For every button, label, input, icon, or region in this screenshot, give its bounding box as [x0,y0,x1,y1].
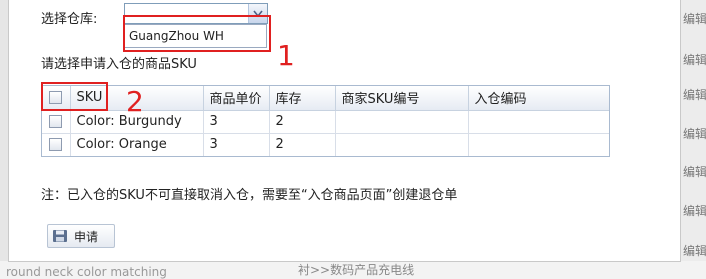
inbound-code-cell [468,133,609,156]
stock-cell: 2 [269,110,336,134]
column-header[interactable]: 入仓编码 [468,86,609,111]
apply-button-label: 申请 [74,229,99,244]
background-edit-link: 编辑 [683,244,706,258]
inbound-code-cell [468,110,609,134]
background-edit-link: 编辑 [683,127,706,141]
annotation-highlight-box [123,15,271,52]
annotation-number: 2 [126,85,144,118]
price-cell: 3 [203,133,270,156]
annotation-number: 1 [277,39,295,72]
sku-prompt: 请选择申请入仓的商品SKU [41,57,197,72]
column-header[interactable]: 商家SKU编号 [335,86,469,111]
background-category-path: 衬>>数码产品充电线 [298,263,415,277]
column-header[interactable]: 商品单价 [203,86,270,111]
row-select-cell [42,133,71,156]
floppy-disk-icon [52,229,68,243]
background-edit-link: 编辑 [683,204,706,218]
column-header[interactable]: 库存 [269,86,336,111]
background-page-left [0,0,8,279]
warehouse-label: 选择仓库: [41,12,98,27]
row-checkbox[interactable] [49,138,63,152]
merchant-sku-cell [335,133,469,156]
background-product-name: round neck color matching [6,265,167,279]
inbound-note: 注：已入仓的SKU不可直接取消入仓，需要至“入仓商品页面”创建退仓单 [41,188,458,203]
table-row: Color: Orange 3 2 [42,133,609,156]
background-edit-link: 编辑 [683,165,706,179]
apply-button[interactable]: 申请 [47,224,115,248]
stock-cell: 2 [269,133,336,156]
sku-cell: Color: Orange [70,133,204,156]
row-checkbox[interactable] [49,115,63,128]
background-edit-link: 编辑 [683,53,706,67]
inbound-apply-dialog: 选择仓库: GuangZhou WH 1 请选择申请入仓的商品SKU SKU 商… [8,0,681,262]
background-edit-link: 编辑 [683,88,706,102]
price-cell: 3 [203,110,270,134]
annotation-highlight-box [41,82,108,111]
background-edit-link: 编辑 [683,12,706,26]
row-select-cell [42,110,71,134]
merchant-sku-cell [335,110,469,134]
